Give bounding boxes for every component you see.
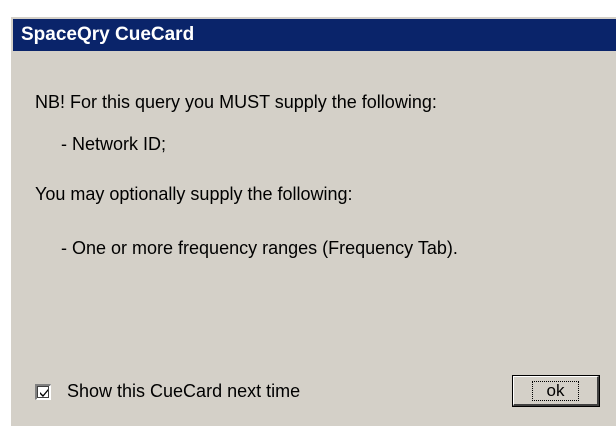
required-intro-text: NB! For this query you MUST supply the f… <box>35 92 437 112</box>
optional-intro-text: You may optionally supply the following: <box>35 184 353 204</box>
show-next-time-option[interactable]: Show this CueCard next time <box>35 381 300 402</box>
ok-button[interactable]: ok <box>512 375 600 407</box>
dialog-content: NB! For this query you MUST supply the f… <box>11 51 616 427</box>
show-next-time-label: Show this CueCard next time <box>67 381 301 401</box>
show-next-time-checkbox[interactable] <box>35 383 51 400</box>
dialog-title: SpaceQry CueCard <box>13 19 616 51</box>
cuecard-dialog: SpaceQry CueCard NB! For this query you … <box>10 16 616 426</box>
ok-button-label: ok <box>531 380 580 401</box>
optional-item-text: - One or more frequency ranges (Frequenc… <box>61 238 458 258</box>
checkmark-icon <box>40 388 48 397</box>
required-item-text: - Network ID; <box>61 134 167 154</box>
